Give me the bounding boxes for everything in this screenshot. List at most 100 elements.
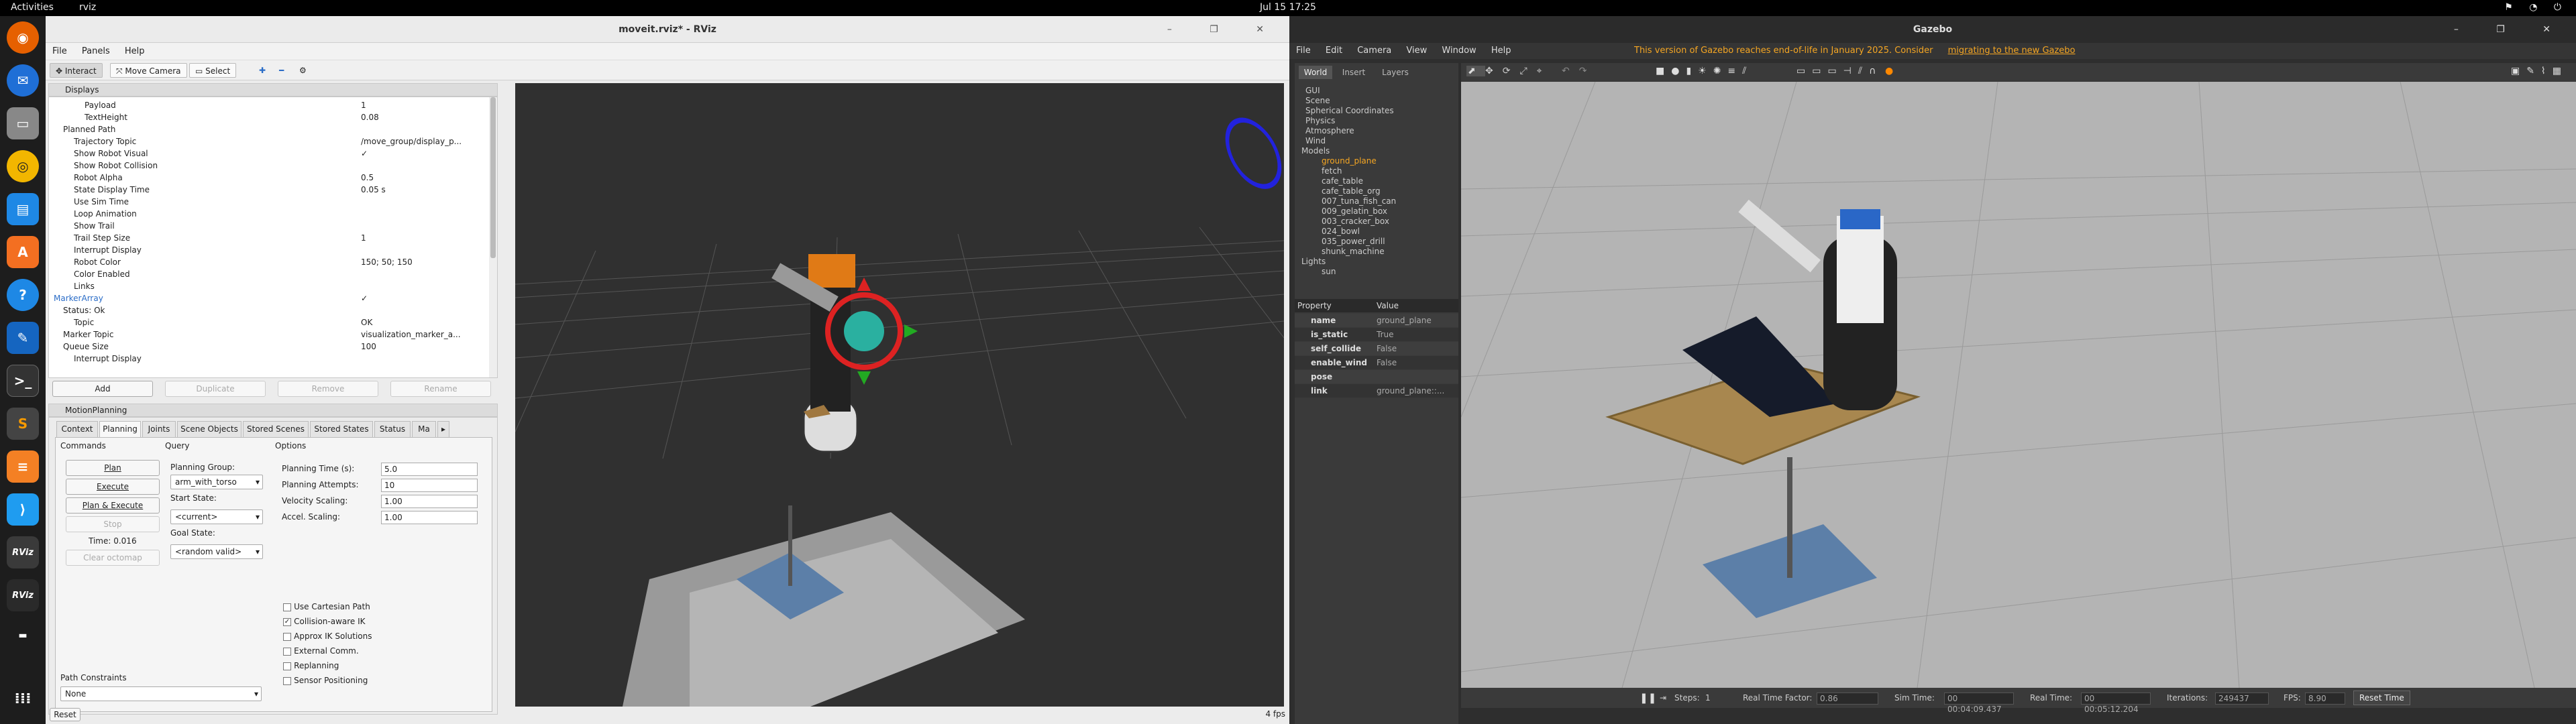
display-tree-row[interactable]: Color Enabled <box>74 268 480 280</box>
world-tree-item[interactable]: Physics <box>1305 116 1335 125</box>
clock[interactable]: Jul 15 17:25 <box>1248 2 1328 13</box>
checkbox[interactable]: ✓ <box>283 617 291 626</box>
tool-settings-icon[interactable]: ⚙ <box>294 63 312 78</box>
files-icon[interactable]: ▭ <box>7 107 39 139</box>
gz-menu-file[interactable]: File <box>1296 46 1311 56</box>
option-external-comm[interactable]: External Comm. <box>283 646 359 656</box>
display-property-value[interactable]: 1 <box>361 232 366 244</box>
display-property-value[interactable]: /move_group/display_p... <box>361 135 462 147</box>
record-icon[interactable]: ● <box>1885 66 1893 76</box>
software-icon[interactable]: A <box>7 236 39 268</box>
select-button[interactable]: ▭ Select <box>189 63 237 78</box>
tab-manipulation[interactable]: Ma <box>412 421 436 437</box>
window-controls[interactable]: – ❐ ✕ <box>1167 16 1281 43</box>
display-tree-row[interactable]: Interrupt Display <box>74 353 480 365</box>
gz-tab-insert[interactable]: Insert <box>1335 66 1373 79</box>
display-tree-row[interactable]: Show Robot Visual ✓ <box>74 147 480 160</box>
reset-button[interactable]: Reset <box>50 708 80 721</box>
accel-scaling-input[interactable]: 1.00 <box>381 511 478 524</box>
display-property-value[interactable]: OK <box>361 316 372 328</box>
model-tree-item[interactable]: 035_power_drill <box>1322 237 1385 246</box>
property-row[interactable]: pose <box>1295 370 1458 383</box>
tab-context[interactable]: Context <box>56 421 98 437</box>
display-property-value[interactable]: 0.5 <box>361 172 374 184</box>
property-row[interactable]: enable_wind False <box>1295 356 1458 369</box>
world-tree-item[interactable]: GUI <box>1305 86 1320 95</box>
apps-grid-icon[interactable]: ⁞⁞⁞ <box>7 682 39 715</box>
tab-joints[interactable]: Joints <box>142 421 176 437</box>
option-collision-aware-ik[interactable]: ✓ Collision-aware IK <box>283 617 366 627</box>
rename-display-button[interactable]: Rename <box>390 381 491 397</box>
display-tree-row[interactable]: Interrupt Display <box>74 244 480 256</box>
model-tree-item[interactable]: ground_plane <box>1322 156 1377 166</box>
display-tree-row[interactable]: Topic OK <box>74 316 480 328</box>
rviz-3d-view[interactable] <box>515 83 1284 707</box>
gz-tab-layers[interactable]: Layers <box>1375 66 1415 79</box>
gz-menu-window[interactable]: Window <box>1442 46 1476 56</box>
light-tree-item[interactable]: sun <box>1322 267 1336 276</box>
display-property-value[interactable]: 150; 50; 150 <box>361 256 413 268</box>
menu-file[interactable]: File <box>52 46 67 56</box>
path-constraints-select[interactable]: None ▾ <box>60 686 262 701</box>
display-tree-row[interactable]: Robot Color 150; 50; 150 <box>74 256 480 268</box>
display-tree-row[interactable]: Loop Animation <box>74 208 480 220</box>
display-tree-row[interactable]: MarkerArray ✓ <box>54 292 480 304</box>
steps-value[interactable]: 1 <box>1705 688 1711 708</box>
display-property-value[interactable]: 0.05 s <box>361 184 386 196</box>
sublime-icon[interactable]: S <box>7 408 39 440</box>
execute-button[interactable]: Execute <box>66 479 160 495</box>
firefox-icon[interactable]: ◉ <box>7 21 39 54</box>
help-icon[interactable]: ? <box>7 279 39 311</box>
model-tree-item[interactable]: 003_cracker_box <box>1322 217 1389 226</box>
reset-time-button[interactable]: Reset Time <box>2353 690 2410 705</box>
velocity-scaling-input[interactable]: 1.00 <box>381 495 478 508</box>
gazebo-3d-view[interactable] <box>1461 82 2576 688</box>
model-tree-item[interactable]: shunk_machine <box>1322 247 1385 256</box>
clear-octomap-button[interactable]: Clear octomap <box>66 550 160 566</box>
display-tree-row[interactable]: Robot Alpha 0.5 <box>74 172 480 184</box>
display-tree-row[interactable]: Trail Step Size 1 <box>74 232 480 244</box>
app-menu[interactable]: rviz <box>79 2 96 13</box>
goal-state-select[interactable]: <random valid> ▾ <box>170 544 263 559</box>
display-property-value[interactable]: 0.08 <box>361 111 379 123</box>
thunderbird-icon[interactable]: ✉ <box>7 64 39 97</box>
add-tool-icon[interactable]: ✚ <box>254 63 271 78</box>
property-value[interactable]: True <box>1377 328 1394 341</box>
shape-tools-icon[interactable]: ■●▮☀✺≡⫽ <box>1656 66 1753 76</box>
property-value[interactable]: ground_plane::... <box>1377 384 1444 398</box>
remove-tool-icon[interactable]: ━ <box>274 63 289 78</box>
display-tree-row[interactable]: Status: Ok <box>63 304 480 316</box>
world-tree-item[interactable]: Spherical Coordinates <box>1305 106 1394 115</box>
property-value[interactable]: False <box>1377 342 1397 355</box>
gz-menu-view[interactable]: View <box>1406 46 1427 56</box>
migration-link[interactable]: migrating to the new Gazebo <box>1948 46 2076 56</box>
display-tree-row[interactable]: Show Robot Collision <box>74 160 480 172</box>
tab-stored-scenes[interactable]: Stored Scenes <box>243 421 309 437</box>
trash-icon[interactable]: ▬ <box>7 619 39 652</box>
model-tree-item[interactable]: cafe_table <box>1322 176 1363 186</box>
world-tree-item[interactable]: Scene <box>1305 96 1330 105</box>
transform-tools-icon[interactable]: ✥⟳⤢⌖ <box>1485 66 1552 76</box>
menu-panels[interactable]: Panels <box>82 46 110 56</box>
align-tools-icon[interactable]: ▭▭▭⊣⫽∩ <box>1796 66 1882 76</box>
add-display-button[interactable]: Add <box>52 381 153 397</box>
terminal-icon[interactable]: >_ <box>7 365 39 397</box>
tab-scene-objects[interactable]: Scene Objects <box>177 421 241 437</box>
models-tree-node[interactable]: Models <box>1301 146 1330 156</box>
model-tree-item[interactable]: fetch <box>1322 166 1342 176</box>
plan-execute-button[interactable]: Plan & Execute <box>66 497 160 514</box>
plan-button[interactable]: Plan <box>66 460 160 476</box>
property-value[interactable]: ground_plane <box>1377 314 1432 327</box>
activities-button[interactable]: Activities <box>11 2 54 13</box>
undo-redo-icon[interactable]: ↶↷ <box>1562 66 1596 76</box>
display-property-value[interactable]: 1 <box>361 99 366 111</box>
display-tree-row[interactable]: TextHeight 0.08 <box>85 111 480 123</box>
rhythmbox-icon[interactable]: ◎ <box>7 150 39 182</box>
tab-scroll-right[interactable]: ▸ <box>437 421 449 437</box>
step-icon[interactable]: ⇥ <box>1660 688 1666 708</box>
display-tree-row[interactable]: Planned Path <box>63 123 480 135</box>
vscode-icon[interactable]: ⟩ <box>7 493 39 526</box>
model-tree-item[interactable]: 024_bowl <box>1322 227 1360 236</box>
tab-stored-states[interactable]: Stored States <box>310 421 373 437</box>
duplicate-display-button[interactable]: Duplicate <box>165 381 266 397</box>
